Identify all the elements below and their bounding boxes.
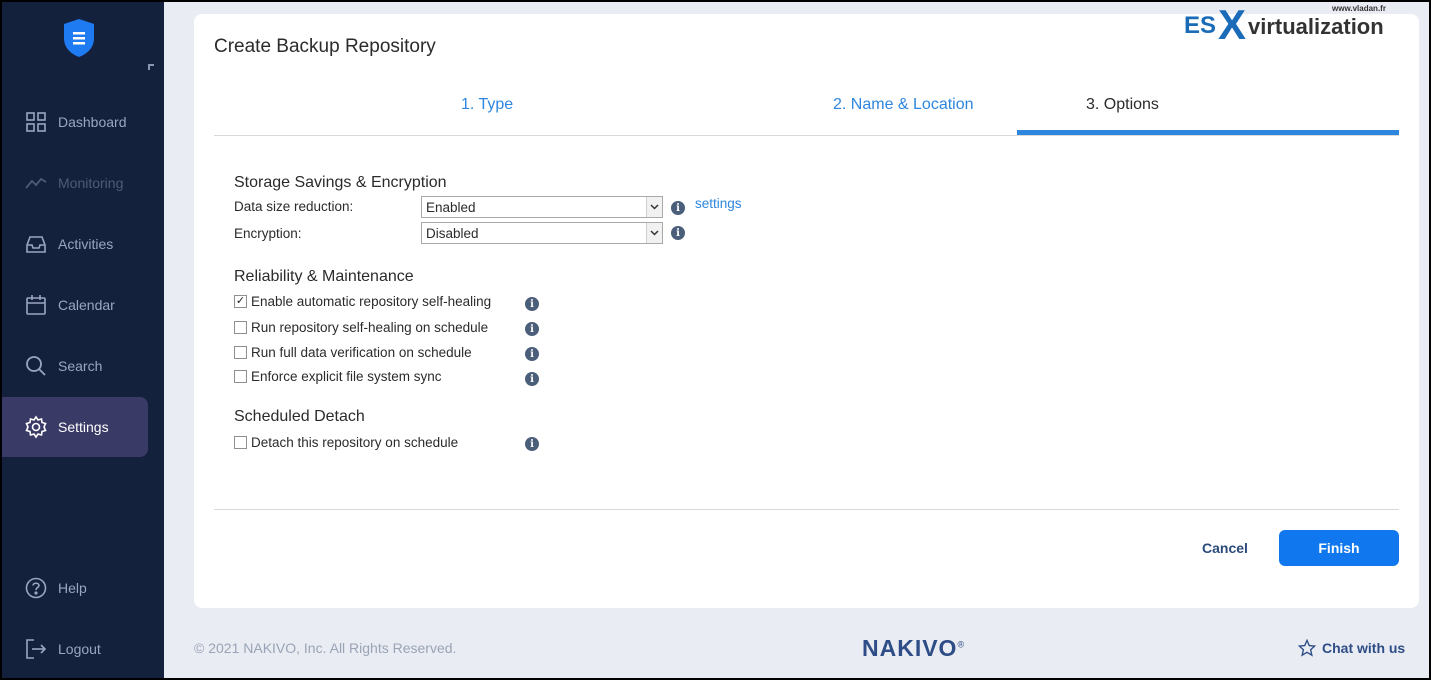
checkbox-label: Run repository self-healing on schedule (251, 320, 489, 335)
sidebar-item-label: Activities (58, 236, 114, 252)
wizard-steps: 1. Type 2. Name & Location 3. Options (214, 84, 1399, 136)
watermark-x: X (1218, 1, 1247, 48)
info-icon[interactable]: i (525, 322, 539, 336)
watermark-es: ES (1184, 12, 1217, 39)
chat-label: Chat with us (1322, 640, 1406, 656)
settings-link[interactable]: settings (695, 196, 742, 211)
star-icon (1298, 639, 1316, 657)
option-detach-schedule[interactable]: Detach this repository on schedule (234, 435, 458, 450)
sidebar-item-label: Dashboard (58, 114, 127, 130)
data-size-reduction-value: Enabled (426, 200, 476, 215)
section-title-reliability: Reliability & Maintenance (234, 268, 414, 285)
help-circle-icon (24, 576, 48, 600)
sidebar: Dashboard Monitoring Activities Calendar (2, 2, 164, 678)
grid-icon (24, 110, 48, 134)
watermark-url: www.vladan.fr (1332, 4, 1386, 13)
watermark-virtualization: virtualization (1248, 14, 1384, 39)
wizard-card: Create Backup Repository 1. Type 2. Name… (194, 14, 1419, 608)
footer-divider (214, 509, 1399, 510)
sidebar-item-search[interactable]: Search (2, 336, 148, 396)
info-icon[interactable]: i (525, 297, 539, 311)
sidebar-item-settings[interactable]: Settings (2, 397, 148, 457)
sidebar-item-logout[interactable]: Logout (2, 619, 148, 679)
gear-icon (24, 415, 48, 439)
data-size-reduction-select[interactable]: Enabled (421, 196, 663, 218)
collapse-sidebar-icon[interactable] (148, 64, 154, 70)
sidebar-item-label: Settings (58, 419, 109, 435)
sidebar-item-label: Help (58, 580, 87, 596)
chat-with-us-button[interactable]: Chat with us (1298, 639, 1405, 657)
chevron-down-icon (646, 197, 662, 217)
sidebar-item-label: Logout (58, 641, 101, 657)
encryption-select[interactable]: Disabled (421, 222, 663, 244)
detach-schedule-checkbox[interactable] (234, 436, 247, 449)
info-icon[interactable]: i (525, 437, 539, 451)
tab-type[interactable]: 1. Type (461, 96, 513, 114)
shield-logo-icon[interactable] (62, 18, 96, 58)
encryption-label: Encryption: (234, 226, 302, 241)
fs-sync-checkbox[interactable] (234, 370, 247, 383)
cancel-button[interactable]: Cancel (1202, 540, 1248, 556)
info-icon[interactable]: i (525, 347, 539, 361)
section-title-detach: Scheduled Detach (234, 408, 365, 425)
sidebar-item-help[interactable]: Help (2, 558, 148, 618)
checkbox-label: Enable automatic repository self-healing (251, 294, 492, 309)
sidebar-item-dashboard[interactable]: Dashboard (2, 92, 148, 152)
self-healing-schedule-checkbox[interactable] (234, 321, 247, 334)
sidebar-item-label: Search (58, 358, 103, 374)
active-step-indicator (1017, 130, 1399, 135)
logout-icon (24, 637, 48, 661)
checkbox-label: Enforce explicit file system sync (251, 369, 442, 384)
sidebar-item-label: Calendar (58, 297, 115, 313)
finish-button[interactable]: Finish (1279, 530, 1399, 566)
tab-name-location[interactable]: 2. Name & Location (833, 96, 974, 114)
copyright-text: © 2021 NAKIVO, Inc. All Rights Reserved. (194, 640, 457, 656)
page-title: Create Backup Repository (214, 36, 436, 57)
chevron-down-icon (646, 223, 662, 243)
option-full-verification[interactable]: Run full data verification on schedule (234, 345, 472, 360)
self-healing-checkbox[interactable]: ✓ (234, 295, 247, 308)
sidebar-item-label: Monitoring (58, 175, 124, 191)
tab-options[interactable]: 3. Options (1086, 96, 1159, 114)
data-size-reduction-label: Data size reduction: (234, 199, 354, 214)
trend-line-icon (24, 171, 48, 195)
info-icon[interactable]: i (671, 226, 685, 240)
full-verification-checkbox[interactable] (234, 346, 247, 359)
sidebar-item-activities[interactable]: Activities (2, 214, 148, 274)
option-self-healing-schedule[interactable]: Run repository self-healing on schedule (234, 320, 488, 335)
section-title-storage: Storage Savings & Encryption (234, 174, 447, 191)
checkbox-label: Run full data verification on schedule (251, 345, 472, 360)
encryption-value: Disabled (426, 226, 479, 241)
sidebar-item-monitoring[interactable]: Monitoring (2, 153, 148, 213)
option-self-healing[interactable]: ✓ Enable automatic repository self-heali… (234, 294, 491, 309)
nakivo-logo: NAKIVO® (862, 635, 966, 661)
brand-name: NAKIVO (862, 635, 958, 661)
calendar-icon (24, 293, 48, 317)
checkbox-label: Detach this repository on schedule (251, 435, 459, 450)
search-icon (24, 354, 48, 378)
info-icon[interactable]: i (525, 372, 539, 386)
inbox-icon (24, 232, 48, 256)
esx-virtualization-watermark: ES X virtualization www.vladan.fr (1184, 2, 1424, 46)
info-icon[interactable]: i (671, 201, 685, 215)
option-fs-sync[interactable]: Enforce explicit file system sync (234, 369, 442, 384)
sidebar-item-calendar[interactable]: Calendar (2, 275, 148, 335)
